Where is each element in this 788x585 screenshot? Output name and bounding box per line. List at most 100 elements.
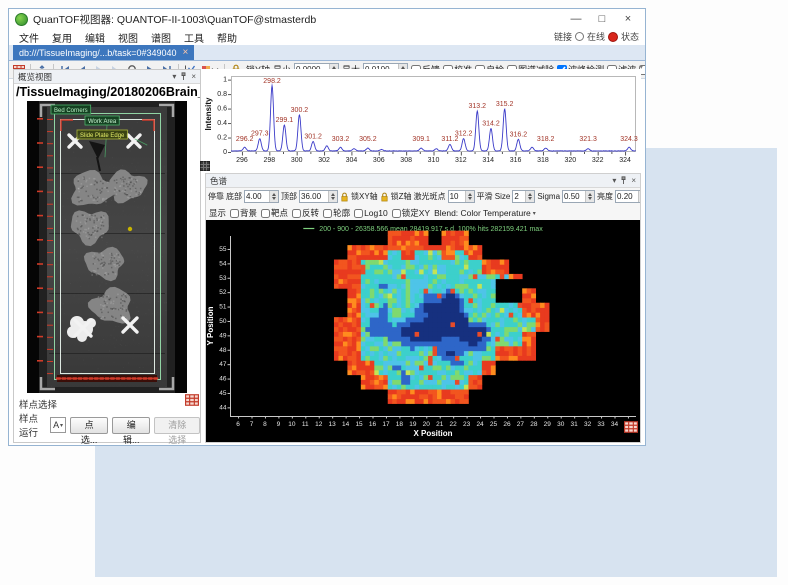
clear-selection-button[interactable]: 清除选择 — [154, 417, 200, 434]
top-input[interactable] — [300, 191, 328, 202]
smooth-size-label: 平滑 Size — [477, 191, 511, 202]
maximize-button[interactable]: □ — [589, 10, 615, 28]
colormap-controls-row: 停靠 底部 顶部 锁XY轴 锁Z轴 激光斑点 平滑 Size Sigma 亮度 … — [206, 187, 640, 206]
invert-checkbox[interactable] — [292, 209, 301, 218]
minimize-button[interactable]: — — [563, 10, 589, 28]
toolbar-overflow-icon[interactable]: ▾ — [639, 63, 643, 71]
tab-bar: db:///TissueImaging/...b/task=0#349040 × — [9, 45, 645, 61]
display-checkbox-background[interactable]: 背景 — [230, 207, 257, 219]
lock-xy-label[interactable]: 锁XY轴 — [351, 191, 378, 202]
spinner-arrows-icon[interactable] — [465, 191, 474, 202]
colormap-panel-header: 色谱 ▾ × — [206, 174, 640, 188]
sample-run-label: 样点运行 — [19, 411, 46, 439]
bottom-label: 底部 — [226, 191, 242, 202]
lock-icon — [340, 192, 349, 202]
red-grid-icon — [624, 420, 638, 434]
laser-spot-spinner[interactable] — [448, 190, 475, 203]
brightness-input[interactable] — [616, 191, 638, 202]
panel-close-icon[interactable]: × — [191, 72, 196, 81]
smooth-size-input[interactable] — [513, 191, 525, 202]
lock-xy-checkbox[interactable] — [392, 209, 401, 218]
menu-item-file[interactable]: 文件 — [19, 30, 39, 45]
background-checkbox[interactable] — [230, 209, 239, 218]
sample-run-row: 样点运行 A▾ 点选... 编辑... 清除选择 — [19, 411, 200, 439]
chevron-down-icon: ▾ — [533, 210, 536, 217]
edit-points-button[interactable]: 编辑... — [112, 417, 150, 434]
colormap-panel: 色谱 ▾ × 停靠 底部 顶部 锁XY轴 锁Z轴 激光斑点 平滑 Siz — [205, 173, 641, 443]
app-window: QuanTOF视图器: QUANTOF-II-1003\QuanTOF@stma… — [8, 8, 646, 446]
sample-select-label: 样点选择 — [19, 397, 57, 411]
online-indicator-icon — [575, 32, 584, 41]
top-label: 顶部 — [281, 191, 297, 202]
laser-spot-input[interactable] — [449, 191, 465, 202]
pick-points-button[interactable]: 点选... — [70, 417, 108, 434]
window-controls: — □ × — [563, 10, 641, 28]
blend-select[interactable]: Blend: Color Temperature▾ — [434, 208, 536, 218]
spinner-arrows-icon[interactable] — [328, 191, 337, 202]
display-checkbox-invert[interactable]: 反转 — [292, 207, 319, 219]
tab-close-icon[interactable]: × — [183, 47, 189, 58]
ion-image-heatmap[interactable] — [206, 220, 640, 442]
brightness-label: 亮度 — [597, 191, 613, 202]
dataset-path-title: /TissueImaging/20180206Brain_DAN — [14, 84, 200, 102]
sigma-spinner[interactable] — [562, 190, 595, 203]
state-indicator-icon — [608, 32, 618, 42]
well-select[interactable]: A▾ — [50, 417, 66, 433]
tab-label: db:///TissueImaging/...b/task=0#349040 — [19, 48, 177, 58]
sigma-label: Sigma — [537, 192, 560, 201]
overview-panel-title: 概览视图 — [18, 71, 52, 83]
menu-item-spectrum[interactable]: 谱图 — [151, 30, 171, 45]
state-status-label: 状态 — [621, 30, 639, 43]
slide-scan-image[interactable] — [27, 101, 187, 393]
heatmap-grid-button[interactable] — [624, 420, 638, 434]
smooth-size-spinner[interactable] — [512, 190, 535, 203]
dock-label[interactable]: 停靠 — [208, 191, 224, 202]
sample-grid-button[interactable] — [185, 393, 199, 407]
display-checkbox-outline[interactable]: 轮廓 — [323, 207, 350, 219]
display-checkbox-targets[interactable]: 靶点 — [261, 207, 288, 219]
menu-item-view[interactable]: 视图 — [118, 30, 138, 45]
spinner-arrows-icon[interactable] — [269, 191, 278, 202]
lock-z-label[interactable]: 锁Z轴 — [391, 191, 412, 202]
overview-panel-header: 概览视图 ▾ × — [14, 70, 200, 84]
title-bar: QuanTOF视图器: QUANTOF-II-1003\QuanTOF@stma… — [9, 9, 645, 29]
colormap-panel-title: 色谱 — [210, 175, 227, 187]
panel-close-icon[interactable]: × — [631, 176, 636, 185]
spectrum-grid-icon[interactable] — [200, 158, 210, 176]
menu-item-edit[interactable]: 编辑 — [85, 30, 105, 45]
pin-icon[interactable] — [620, 176, 627, 185]
chevron-down-icon: ▾ — [60, 422, 63, 429]
display-options-row: 显示 背景 靶点 反转 轮廓 Log10 锁定XY Blend: Color T… — [206, 206, 640, 220]
spinner-arrows-icon[interactable] — [525, 191, 534, 202]
outline-checkbox[interactable] — [323, 209, 332, 218]
spinner-arrows-icon[interactable] — [585, 191, 594, 202]
display-label: 显示 — [209, 207, 226, 219]
link-status-label: 链接 — [554, 30, 572, 43]
menu-item-reuse[interactable]: 复用 — [52, 30, 72, 45]
tab-tissueimaging[interactable]: db:///TissueImaging/...b/task=0#349040 × — [13, 45, 194, 60]
red-grid-icon — [185, 393, 199, 407]
pin-icon[interactable] — [180, 72, 187, 81]
menu-bar: 文件 复用 编辑 视图 谱图 工具 帮助 链接 在线 状态 — [9, 29, 645, 45]
menu-item-help[interactable]: 帮助 — [217, 30, 237, 45]
panel-menu-icon[interactable]: ▾ — [172, 72, 176, 81]
bottom-spinner[interactable] — [244, 190, 279, 203]
panel-menu-icon[interactable]: ▾ — [612, 176, 616, 185]
mass-spectrum-plot[interactable] — [201, 69, 641, 169]
sigma-input[interactable] — [563, 191, 585, 202]
online-status-label: 在线 — [587, 30, 605, 43]
spinner-arrows-icon[interactable] — [638, 191, 640, 202]
app-icon — [15, 13, 28, 26]
menu-item-tools[interactable]: 工具 — [184, 30, 204, 45]
brightness-spinner[interactable] — [615, 190, 640, 203]
bottom-input[interactable] — [245, 191, 269, 202]
log10-checkbox[interactable] — [354, 209, 363, 218]
close-button[interactable]: × — [615, 10, 641, 28]
display-checkbox-log10[interactable]: Log10 — [354, 208, 388, 218]
targets-checkbox[interactable] — [261, 209, 270, 218]
laser-spot-label: 激光斑点 — [414, 191, 446, 202]
window-title: QuanTOF视图器: QUANTOF-II-1003\QuanTOF@stma… — [33, 12, 316, 27]
top-spinner[interactable] — [299, 190, 338, 203]
screen: QuanTOF视图器: QUANTOF-II-1003\QuanTOF@stma… — [0, 0, 788, 585]
display-checkbox-lock-xy[interactable]: 锁定XY — [392, 207, 430, 219]
